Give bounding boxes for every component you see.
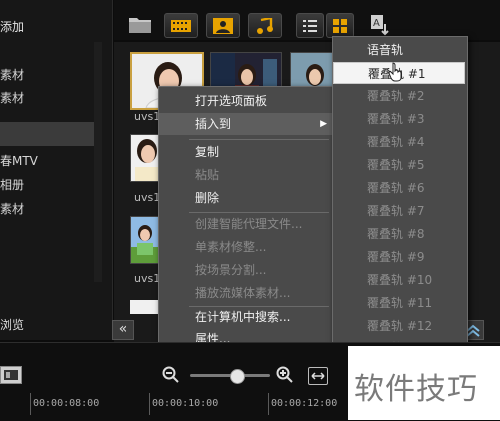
- zoom-in-icon[interactable]: [276, 366, 294, 387]
- add-label[interactable]: 添加: [0, 18, 24, 35]
- menu-item-delete[interactable]: 删除: [159, 187, 335, 209]
- zoom-slider-handle[interactable]: [230, 369, 245, 384]
- thumbnail-view-button[interactable]: [326, 13, 354, 38]
- menu-separator: [189, 139, 329, 140]
- timeline-tick-label: 00:00:08:00: [33, 398, 100, 409]
- submenu-item-overlay-9[interactable]: 覆叠轨 #9: [333, 246, 465, 268]
- submenu-item-overlay-2[interactable]: 覆叠轨 #2: [333, 85, 465, 107]
- menu-item-paste[interactable]: 粘贴: [159, 164, 335, 186]
- video-icon: [171, 19, 191, 32]
- menu-item-play-stream[interactable]: 播放流媒体素材...: [159, 282, 335, 304]
- media-label: uvs1: [134, 272, 161, 285]
- library-item[interactable]: 春MTV: [0, 152, 38, 169]
- submenu-item-overlay-4[interactable]: 覆叠轨 #4: [333, 131, 465, 153]
- timeline-tick-label: 00:00:10:00: [152, 398, 219, 409]
- watermark: 软件技巧: [348, 346, 500, 420]
- zoom-out-icon[interactable]: [162, 366, 180, 387]
- menu-item-copy[interactable]: 复制: [159, 141, 335, 163]
- submenu-arrow-icon: ▶: [320, 119, 327, 129]
- menu-item-insert-to[interactable]: 插入到 ▶: [159, 113, 335, 135]
- timeline-tick: [149, 393, 150, 415]
- folder-icon[interactable]: [128, 14, 152, 37]
- submenu-item-voice-track[interactable]: 语音轨: [333, 39, 465, 61]
- audio-filter-button[interactable]: [248, 13, 282, 38]
- collapse-left-button[interactable]: «: [112, 320, 134, 340]
- menu-item-open-options[interactable]: 打开选项面板: [159, 90, 335, 112]
- context-menu: 打开选项面板 插入到 ▶ 复制 粘贴 删除 创建智能代理文件... 单素材修整.…: [158, 86, 336, 352]
- watermark-text: 软件技巧: [354, 372, 478, 407]
- submenu-item-overlay-10[interactable]: 覆叠轨 #10: [333, 269, 465, 291]
- video-filter-button[interactable]: [164, 13, 198, 38]
- library-item[interactable]: 素材: [0, 66, 24, 83]
- mouse-cursor-icon: [388, 62, 404, 85]
- timeline-tick: [30, 393, 31, 415]
- submenu-item-overlay-3[interactable]: 覆叠轨 #3: [333, 108, 465, 130]
- submenu-item-overlay-7[interactable]: 覆叠轨 #7: [333, 200, 465, 222]
- music-icon: [257, 17, 273, 34]
- list-view-button[interactable]: [296, 13, 324, 38]
- submenu-item-overlay-12[interactable]: 覆叠轨 #12: [333, 315, 465, 337]
- photo-filter-button[interactable]: [206, 13, 240, 38]
- library-scrollbar[interactable]: [94, 42, 102, 282]
- submenu-item-overlay-11[interactable]: 覆叠轨 #11: [333, 292, 465, 314]
- timeline-tick: [268, 393, 269, 415]
- media-thumbnail[interactable]: [130, 216, 160, 264]
- media-thumbnail[interactable]: [130, 134, 160, 182]
- storyboard-view-icon[interactable]: [0, 366, 22, 384]
- submenu-item-overlay-6[interactable]: 覆叠轨 #6: [333, 177, 465, 199]
- submenu-item-overlay-8[interactable]: 覆叠轨 #8: [333, 223, 465, 245]
- list-view-icon: [303, 19, 317, 32]
- menu-item-create-proxy[interactable]: 创建智能代理文件...: [159, 213, 335, 235]
- menu-item-split-scene[interactable]: 按场景分割...: [159, 259, 335, 281]
- library-item[interactable]: 素材: [0, 200, 24, 217]
- fit-timeline-icon[interactable]: [308, 367, 328, 385]
- menu-item-trim[interactable]: 单素材修整...: [159, 236, 335, 258]
- library-item[interactable]: 相册: [0, 176, 24, 193]
- menu-item-label: 插入到: [195, 117, 232, 131]
- media-thumbnail[interactable]: [130, 300, 158, 314]
- media-toolbar: A: [114, 0, 500, 40]
- library-selected-row[interactable]: [0, 122, 94, 146]
- library-item[interactable]: 素材: [0, 89, 24, 106]
- browse-button[interactable]: 浏览: [0, 316, 24, 333]
- submenu-item-overlay-5[interactable]: 覆叠轨 #5: [333, 154, 465, 176]
- media-label: uvs1: [134, 110, 161, 123]
- media-label: uvs1: [134, 191, 161, 204]
- photo-icon: [213, 17, 233, 34]
- svg-text:A: A: [373, 18, 380, 29]
- timeline-tick-label: 00:00:12:00: [271, 398, 338, 409]
- thumbnail-view-icon: [333, 18, 347, 33]
- menu-item-search-computer[interactable]: 在计算机中搜索...: [159, 306, 335, 328]
